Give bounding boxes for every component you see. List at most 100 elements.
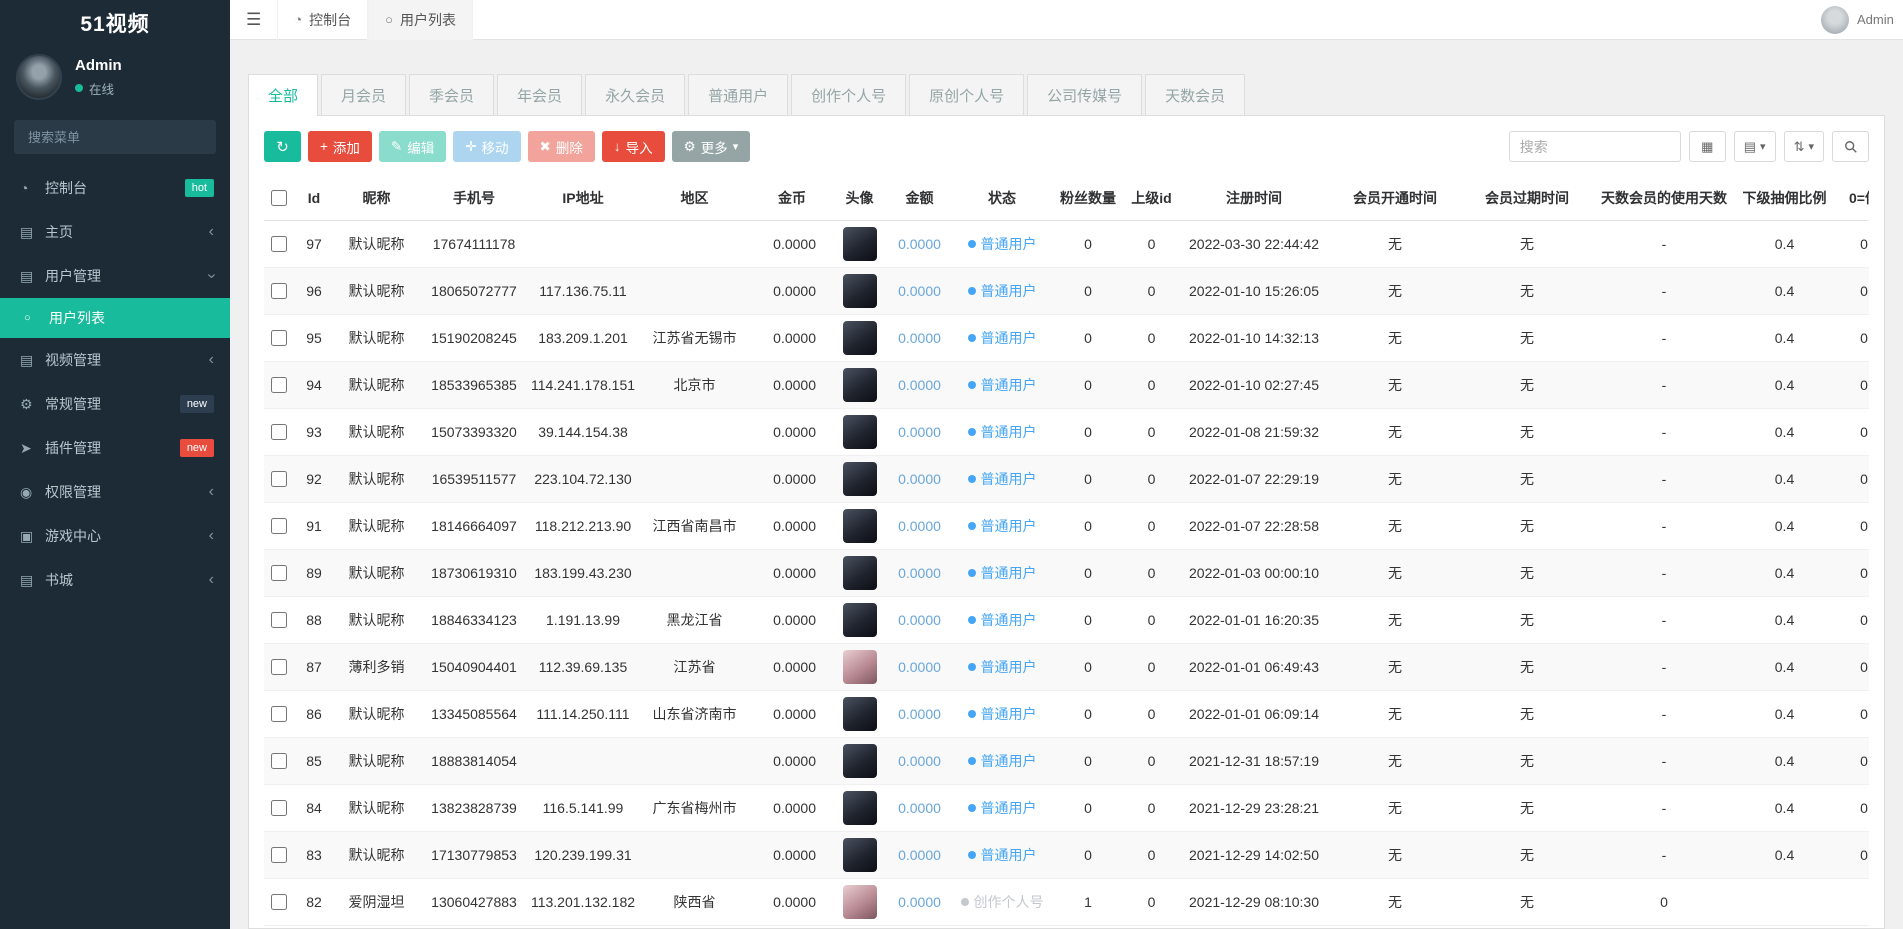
filter-tab-0[interactable]: 全部: [248, 74, 318, 116]
row-checkbox[interactable]: [271, 612, 287, 628]
row-checkbox[interactable]: [271, 236, 287, 252]
cell-nickname: 默认昵称: [334, 455, 419, 502]
row-checkbox[interactable]: [271, 518, 287, 534]
sidebar-item-label: 书城: [45, 570, 73, 590]
amount-link[interactable]: 0.0000: [898, 377, 941, 393]
row-checkbox[interactable]: [271, 847, 287, 863]
row-checkbox[interactable]: [271, 377, 287, 393]
view-table-button[interactable]: ▦: [1689, 131, 1726, 162]
amount-link[interactable]: 0.0000: [898, 894, 941, 910]
cell-status: 普通用户: [952, 314, 1052, 361]
sidebar-subitem-2-0[interactable]: ○用户列表: [0, 298, 230, 338]
filter-tab-1[interactable]: 月会员: [321, 74, 406, 115]
table-search-input[interactable]: [1509, 131, 1681, 162]
menu-search-input[interactable]: [26, 129, 206, 146]
cell-phone: 13823828739: [419, 784, 529, 831]
topbar-tab-1[interactable]: ○用户列表: [368, 0, 473, 40]
amount-link[interactable]: 0.0000: [898, 565, 941, 581]
sidebar-item-6[interactable]: ◉权限管理‹: [0, 470, 230, 514]
refresh-button[interactable]: ↻: [264, 131, 301, 162]
sidebar-item-5[interactable]: ➤插件管理new: [0, 426, 230, 470]
online-status-label: 在线: [89, 79, 114, 98]
row-checkbox[interactable]: [271, 706, 287, 722]
filter-tab-4[interactable]: 永久会员: [585, 74, 685, 115]
cell-parent-id: 0: [1124, 314, 1179, 361]
row-checkbox[interactable]: [271, 659, 287, 675]
cell-avatar: [832, 690, 887, 737]
amount-link[interactable]: 0.0000: [898, 612, 941, 628]
row-checkbox[interactable]: [271, 753, 287, 769]
admin-avatar[interactable]: [16, 54, 62, 100]
sidebar-item-0[interactable]: ◔控制台hot: [0, 166, 230, 210]
amount-link[interactable]: 0.0000: [898, 753, 941, 769]
table-row: 82爱阴湿坦13060427883113.201.132.182陕西省0.000…: [264, 878, 1869, 925]
row-checkbox[interactable]: [271, 565, 287, 581]
search-submit-button[interactable]: [1832, 131, 1869, 162]
row-checkbox[interactable]: [271, 330, 287, 346]
sidebar-item-2[interactable]: ▤用户管理‹: [0, 254, 230, 298]
cell-status: 普通用户: [952, 643, 1052, 690]
refresh-icon: ↻: [276, 138, 289, 156]
amount-link[interactable]: 0.0000: [898, 283, 941, 299]
status-label: 普通用户: [981, 657, 1037, 677]
filter-tab-3[interactable]: 年会员: [497, 74, 582, 115]
cell-vip-open: 无: [1329, 643, 1461, 690]
cell-phone: 17674111178: [419, 220, 529, 267]
row-checkbox[interactable]: [271, 424, 287, 440]
cell-checkbox: [264, 784, 294, 831]
row-checkbox[interactable]: [271, 471, 287, 487]
cell-days-used: -: [1593, 690, 1735, 737]
col-header-14: 天数会员的使用天数: [1593, 176, 1735, 220]
topbar-user-avatar[interactable]: [1821, 6, 1849, 34]
topbar-tab-0[interactable]: ◔控制台: [277, 0, 368, 40]
row-checkbox[interactable]: [271, 283, 287, 299]
import-icon: ↓: [614, 139, 621, 154]
online-dot-icon: [75, 84, 83, 92]
row-checkbox[interactable]: [271, 894, 287, 910]
sidebar-item-7[interactable]: ▣游戏中心‹: [0, 514, 230, 558]
delete-button[interactable]: ✖ 删除: [528, 131, 595, 162]
add-button[interactable]: + 添加: [308, 131, 372, 162]
permission-icon: ◉: [20, 484, 45, 501]
amount-link[interactable]: 0.0000: [898, 800, 941, 816]
amount-link[interactable]: 0.0000: [898, 847, 941, 863]
filter-tab-7[interactable]: 原创个人号: [909, 74, 1024, 115]
sidebar-item-8[interactable]: ▤书城‹: [0, 558, 230, 602]
amount-link[interactable]: 0.0000: [898, 518, 941, 534]
cell-amount: 0.0000: [887, 690, 952, 737]
amount-link[interactable]: 0.0000: [898, 330, 941, 346]
hamburger-menu-icon[interactable]: ☰: [230, 10, 277, 30]
users-icon: ▤: [20, 268, 45, 285]
more-button[interactable]: ⚙ 更多 ▾: [672, 131, 751, 162]
sidebar-item-4[interactable]: ⚙常规管理new: [0, 382, 230, 426]
amount-link[interactable]: 0.0000: [898, 471, 941, 487]
filter-tab-9[interactable]: 天数会员: [1145, 74, 1245, 115]
export-dropdown-button[interactable]: ⇅ ▾: [1784, 131, 1824, 162]
filter-tab-2[interactable]: 季会员: [409, 74, 494, 115]
import-button[interactable]: ↓ 导入: [602, 131, 665, 162]
cell-reg-time: 2022-01-10 15:26:05: [1179, 267, 1329, 314]
edit-button[interactable]: ✎ 编辑: [379, 131, 446, 162]
cell-vip-expire: 无: [1461, 220, 1593, 267]
filter-tab-5[interactable]: 普通用户: [688, 74, 788, 115]
amount-link[interactable]: 0.0000: [898, 659, 941, 675]
table-row: 88默认昵称188463341231.191.13.99黑龙江省0.00000.…: [264, 596, 1869, 643]
sidebar-item-1[interactable]: ▤主页‹: [0, 210, 230, 254]
columns-dropdown-button[interactable]: ▤ ▾: [1734, 131, 1776, 162]
user-avatar: [843, 321, 877, 355]
cell-parent-id: 0: [1124, 831, 1179, 878]
filter-tab-8[interactable]: 公司传媒号: [1027, 74, 1142, 115]
status-label: 普通用户: [981, 845, 1037, 865]
cell-id: 87: [294, 643, 334, 690]
amount-link[interactable]: 0.0000: [898, 236, 941, 252]
cell-reg-time: 2022-01-07 22:29:19: [1179, 455, 1329, 502]
amount-link[interactable]: 0.0000: [898, 706, 941, 722]
select-all-checkbox[interactable]: [271, 190, 287, 206]
cell-avatar: [832, 314, 887, 361]
cell-days-used: -: [1593, 455, 1735, 502]
row-checkbox[interactable]: [271, 800, 287, 816]
amount-link[interactable]: 0.0000: [898, 424, 941, 440]
sidebar-item-3[interactable]: ▤视频管理‹: [0, 338, 230, 382]
filter-tab-6[interactable]: 创作个人号: [791, 74, 906, 115]
move-button[interactable]: ✛ 移动: [453, 131, 520, 162]
